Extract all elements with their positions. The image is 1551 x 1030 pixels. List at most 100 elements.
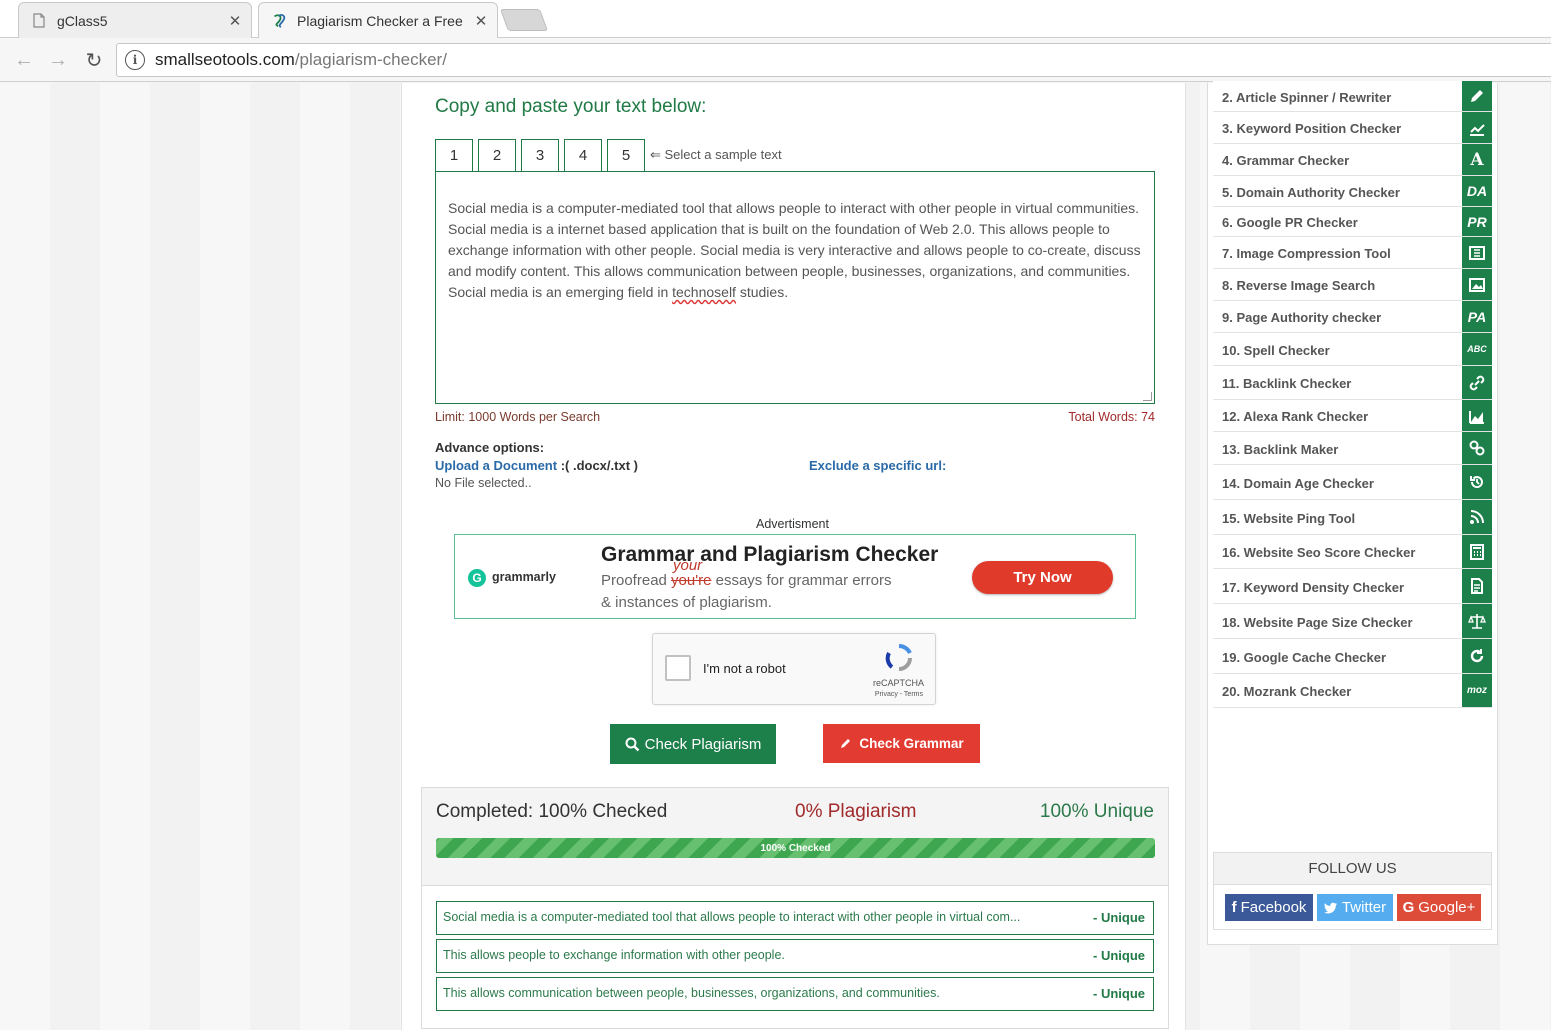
pr-icon: PR <box>1462 207 1492 236</box>
captcha-label: I'm not a robot <box>703 661 786 676</box>
sidebar-tool-item[interactable]: 4. Grammar Checker A <box>1213 144 1492 176</box>
info-icon[interactable]: i <box>125 50 145 70</box>
result-status: - Unique <box>1093 910 1145 925</box>
grammarly-ad-banner[interactable]: G grammarly Grammar and Plagiarism Check… <box>454 534 1136 619</box>
result-sentence: Social media is a computer-mediated tool… <box>443 910 1021 924</box>
sidebar-tool-item[interactable]: 16. Website Seo Score Checker <box>1213 535 1492 569</box>
search-icon <box>625 737 639 751</box>
result-row: This allows communication between people… <box>436 977 1154 1011</box>
upload-formats: :( .docx/.txt ) <box>557 458 638 473</box>
try-now-button[interactable]: Try Now <box>972 561 1113 594</box>
google-icon: G <box>1402 899 1415 916</box>
sample-tab-1[interactable]: 1 <box>435 139 473 171</box>
result-row: Social media is a computer-mediated tool… <box>436 901 1154 935</box>
history-icon <box>1462 465 1492 499</box>
unique-percent: 100% Unique <box>1039 801 1154 822</box>
abc-icon: ABC <box>1462 333 1492 365</box>
page-title: Copy and paste your text below: <box>435 96 707 117</box>
sidebar-tool-item[interactable]: 14. Domain Age Checker <box>1213 465 1492 500</box>
sidebar-tool-label: 18. Website Page Size Checker <box>1222 615 1413 630</box>
captcha-checkbox[interactable] <box>665 655 691 681</box>
text-input-area[interactable]: Social media is a computer-mediated tool… <box>435 171 1155 404</box>
input-text: Social media is a computer-mediated tool… <box>448 200 1141 300</box>
sidebar-tool-item[interactable]: 8. Reverse Image Search <box>1213 269 1492 301</box>
close-icon[interactable]: ✕ <box>471 12 491 30</box>
facebook-button[interactable]: f Facebook <box>1225 894 1313 921</box>
forward-arrow-icon[interactable]: → <box>44 46 72 74</box>
exclude-url-link[interactable]: Exclude a specific url: <box>809 458 946 473</box>
sample-tab-2[interactable]: 2 <box>478 139 516 171</box>
sidebar-tool-item[interactable]: 11. Backlink Checker <box>1213 366 1492 400</box>
no-file-status: No File selected.. <box>435 476 532 490</box>
sidebar-tool-label: 6. Google PR Checker <box>1222 215 1358 230</box>
sample-tab-3[interactable]: 3 <box>521 139 559 171</box>
back-arrow-icon[interactable]: ← <box>10 46 38 74</box>
result-sentence: This allows people to exchange informati… <box>443 948 785 962</box>
sidebar-tool-item[interactable]: 17. Keyword Density Checker <box>1213 569 1492 604</box>
ad-correction-word: your <box>673 557 703 574</box>
sidebar-tool-item[interactable]: 2. Article Spinner / Rewriter <box>1213 81 1492 112</box>
sidebar-tool-label: 14. Domain Age Checker <box>1222 476 1374 491</box>
check-plagiarism-label: Check Plagiarism <box>644 735 762 753</box>
result-row: This allows people to exchange informati… <box>436 939 1154 973</box>
sidebar-tool-item[interactable]: 15. Website Ping Tool <box>1213 500 1492 535</box>
progress-bar: 100% Checked <box>436 838 1155 858</box>
resize-handle[interactable] <box>1143 392 1152 401</box>
sidebar-tool-item[interactable]: 9. Page Authority checker PA <box>1213 301 1492 333</box>
sidebar-tool-item[interactable]: 7. Image Compression Tool <box>1213 237 1492 269</box>
check-plagiarism-button[interactable]: Check Plagiarism <box>610 724 776 764</box>
sidebar-tool-item[interactable]: 6. Google PR Checker PR <box>1213 207 1492 237</box>
site-logo-icon <box>271 12 287 30</box>
check-grammar-button[interactable]: Check Grammar <box>823 724 980 763</box>
twitter-button[interactable]: Twitter <box>1317 894 1393 921</box>
misspelled-word: technoself <box>672 284 736 300</box>
tab-title: Plagiarism Checker a Free <box>297 12 463 29</box>
sidebar-tool-label: 11. Backlink Checker <box>1222 376 1352 391</box>
twitter-icon <box>1323 902 1337 913</box>
browser-tabstrip: gClass5 ✕ Plagiarism Checker a Free ✕ <box>0 0 1551 38</box>
sidebar-tool-item[interactable]: 10. Spell Checker ABC <box>1213 333 1492 366</box>
tab-title: gClass5 <box>57 12 108 29</box>
sidebar-tool-item[interactable]: 13. Backlink Maker <box>1213 432 1492 465</box>
page-icon <box>31 12 47 30</box>
google-plus-button[interactable]: G Google+ <box>1397 894 1481 921</box>
plagiarism-percent: 0% Plagiarism <box>795 801 917 822</box>
scale-icon <box>1462 604 1492 638</box>
sidebar-tool-label: 15. Website Ping Tool <box>1222 511 1356 526</box>
check-grammar-label: Check Grammar <box>859 736 964 751</box>
sidebar-tool-item[interactable]: 20. Mozrank Checker moz <box>1213 674 1492 708</box>
rss-icon <box>1462 500 1492 534</box>
reload-icon[interactable]: ↻ <box>80 46 108 74</box>
sidebar-tool-item[interactable]: 5. Domain Authority Checker DA <box>1213 176 1492 207</box>
refresh-icon <box>1462 639 1492 673</box>
sidebar-tool-item[interactable]: 3. Keyword Position Checker <box>1213 112 1492 144</box>
area-chart-icon <box>1462 400 1492 431</box>
sidebar-tool-label: 2. Article Spinner / Rewriter <box>1222 90 1392 105</box>
chain-icon <box>1462 432 1492 464</box>
sample-tab-4[interactable]: 4 <box>564 139 602 171</box>
captcha-terms-link[interactable]: Privacy - Terms <box>875 691 923 698</box>
tab-gclass5[interactable]: gClass5 ✕ <box>18 2 252 38</box>
sidebar-tool-label: 8. Reverse Image Search <box>1222 278 1376 293</box>
upload-document-link[interactable]: Upload a Document <box>435 458 557 473</box>
address-bar[interactable]: i smallseotools.com/plagiarism-checker/ <box>116 43 1551 77</box>
tab-plagiarism-checker[interactable]: Plagiarism Checker a Free ✕ <box>258 2 498 38</box>
sample-tab-5[interactable]: 5 <box>607 139 645 171</box>
upload-document: Upload a Document :( .docx/.txt ) <box>435 458 638 473</box>
sidebar-tool-label: 20. Mozrank Checker <box>1222 684 1352 699</box>
recaptcha-widget: I'm not a robot reCAPTCHA Privacy - Term… <box>652 633 936 705</box>
letter-a-icon: A <box>1462 144 1492 175</box>
sidebar-tool-item[interactable]: 18. Website Page Size Checker <box>1213 604 1492 639</box>
sidebar-tool-label: 19. Google Cache Checker <box>1222 650 1387 665</box>
link-icon <box>1462 366 1492 399</box>
results-summary: Completed: 100% Checked 0% Plagiarism 10… <box>422 788 1168 886</box>
sample-hint: ⇐ Select a sample text <box>650 147 782 162</box>
sidebar-tool-item[interactable]: 19. Google Cache Checker <box>1213 639 1492 674</box>
new-tab-button[interactable] <box>499 9 549 31</box>
ad-line-1: Proofread you're essays for grammar erro… <box>601 572 892 589</box>
follow-us-box: FOLLOW US f Facebook Twitter G Google+ <box>1213 852 1492 930</box>
pencil-icon <box>1462 81 1492 111</box>
compress-icon <box>1462 237 1492 268</box>
close-icon[interactable]: ✕ <box>225 12 245 30</box>
sidebar-tool-item[interactable]: 12. Alexa Rank Checker <box>1213 400 1492 432</box>
